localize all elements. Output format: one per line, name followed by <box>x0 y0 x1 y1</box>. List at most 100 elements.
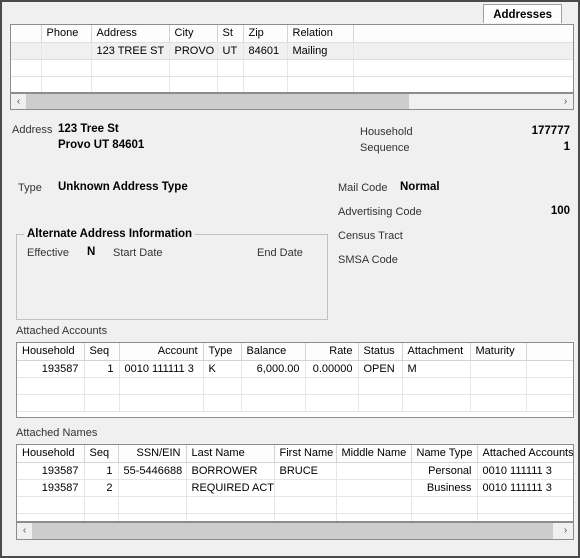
scroll-track[interactable] <box>32 523 558 539</box>
cell-rate <box>305 394 359 412</box>
table-row[interactable] <box>17 377 573 395</box>
cell-balance: 6,000.00 <box>241 360 306 378</box>
cell-middle-name <box>336 462 412 480</box>
col-city[interactable]: City <box>169 25 218 43</box>
alternate-address-groupbox: Alternate Address Information Effective … <box>16 228 328 320</box>
cell-household <box>17 513 85 521</box>
col-filler <box>353 25 573 43</box>
col-st[interactable]: St <box>217 25 244 43</box>
end-date-label: End Date <box>257 247 303 259</box>
cell-account <box>119 377 204 395</box>
mail-code-label: Mail Code <box>338 182 388 194</box>
col-zip[interactable]: Zip <box>243 25 288 43</box>
col-address[interactable]: Address <box>91 25 170 43</box>
cell-relation: Mailing <box>287 42 354 60</box>
address-line-2: Provo UT 84601 <box>58 139 145 151</box>
cell-seq <box>84 496 119 514</box>
table-row[interactable] <box>17 394 573 412</box>
col-seq[interactable]: Seq <box>84 445 119 463</box>
address-grid-header-row: Phone Address City St Zip Relation <box>11 25 573 43</box>
tab-addresses[interactable]: Addresses <box>483 4 562 23</box>
cell-blank <box>11 76 42 92</box>
cell-middle-name <box>336 513 412 521</box>
household-label: Household <box>360 126 413 138</box>
sequence-label: Sequence <box>360 142 410 154</box>
attached-names-label: Attached Names <box>16 427 98 439</box>
attached-names-hscrollbar[interactable]: ‹ › <box>16 522 574 540</box>
cell-ssn-ein: 55-5446688 <box>118 462 187 480</box>
cell-seq <box>84 394 120 412</box>
cell-blank <box>11 59 42 77</box>
col-type[interactable]: Type <box>203 343 242 361</box>
cell-household: 193587 <box>17 360 85 378</box>
cell-seq: 2 <box>84 479 119 497</box>
cell-household <box>17 496 85 514</box>
scroll-right-arrow-icon[interactable]: › <box>558 96 573 107</box>
address-grid-hscrollbar[interactable]: ‹ › <box>10 93 574 110</box>
scroll-track[interactable] <box>26 94 558 109</box>
table-row[interactable] <box>11 76 573 92</box>
col-attached-accounts[interactable]: Attached Accounts <box>477 445 573 463</box>
col-balance[interactable]: Balance <box>241 343 306 361</box>
cell-ssn-ein <box>118 513 187 521</box>
table-row[interactable]: 193587 2 REQUIRED ACT Business 0010 1111… <box>17 479 573 497</box>
table-row[interactable]: 193587 1 55-5446688 BORROWER BRUCE Perso… <box>17 462 573 480</box>
cell-maturity <box>470 360 527 378</box>
smsa-code-label: SMSA Code <box>338 254 398 266</box>
cell-status: OPEN <box>358 360 403 378</box>
cell-ssn-ein <box>118 479 187 497</box>
census-tract-label: Census Tract <box>338 230 403 242</box>
cell-household: 193587 <box>17 462 85 480</box>
cell-account: 0010 111111 3 <box>119 360 204 378</box>
col-phone[interactable]: Phone <box>41 25 92 43</box>
type-value: Unknown Address Type <box>58 181 188 193</box>
col-attachment[interactable]: Attachment <box>402 343 471 361</box>
scroll-right-arrow-icon[interactable]: › <box>558 526 573 536</box>
col-last-name[interactable]: Last Name <box>186 445 275 463</box>
cell-type <box>203 394 242 412</box>
scroll-thumb[interactable] <box>26 94 410 109</box>
cell-phone <box>41 42 92 60</box>
cell-rate <box>305 377 359 395</box>
cell-last-name: BORROWER <box>186 462 275 480</box>
col-household[interactable]: Household <box>17 445 85 463</box>
col-seq[interactable]: Seq <box>84 343 120 361</box>
cell-attached-accounts <box>477 496 573 514</box>
col-first-name[interactable]: First Name <box>274 445 337 463</box>
scroll-left-arrow-icon[interactable]: ‹ <box>11 96 26 107</box>
table-row[interactable] <box>11 59 573 77</box>
col-household[interactable]: Household <box>17 343 85 361</box>
attached-accounts-label: Attached Accounts <box>16 325 108 337</box>
cell-status <box>358 394 403 412</box>
table-row[interactable]: 123 TREE ST PROVO UT 84601 Mailing <box>11 42 573 60</box>
attached-accounts-grid[interactable]: Household Seq Account Type Balance Rate … <box>16 342 574 418</box>
cell-first-name <box>274 513 337 521</box>
attached-names-grid[interactable]: Household Seq SSN/EIN Last Name First Na… <box>16 444 574 522</box>
col-maturity[interactable]: Maturity <box>470 343 527 361</box>
col-name-type[interactable]: Name Type <box>411 445 478 463</box>
cell-filler <box>353 76 573 92</box>
cell-balance <box>241 394 306 412</box>
col-middle-name[interactable]: Middle Name <box>336 445 412 463</box>
cell-seq <box>84 513 119 521</box>
table-row[interactable] <box>17 496 573 514</box>
col-blank[interactable] <box>11 25 42 43</box>
col-account[interactable]: Account <box>119 343 204 361</box>
col-ssn-ein[interactable]: SSN/EIN <box>118 445 187 463</box>
address-grid[interactable]: Phone Address City St Zip Relation 123 T… <box>10 24 574 93</box>
col-relation[interactable]: Relation <box>287 25 354 43</box>
cell-zip: 84601 <box>243 42 288 60</box>
cell-zip <box>243 76 288 92</box>
table-row[interactable] <box>17 513 573 521</box>
cell-middle-name <box>336 479 412 497</box>
col-status[interactable]: Status <box>358 343 403 361</box>
scroll-left-arrow-icon[interactable]: ‹ <box>17 526 32 536</box>
col-filler <box>526 343 573 361</box>
col-rate[interactable]: Rate <box>305 343 359 361</box>
scroll-thumb[interactable] <box>32 523 553 539</box>
start-date-label: Start Date <box>113 247 163 259</box>
table-row[interactable]: 193587 1 0010 111111 3 K 6,000.00 0.0000… <box>17 360 573 378</box>
cell-household: 193587 <box>17 479 85 497</box>
cell-account <box>119 394 204 412</box>
cell-maturity <box>470 377 527 395</box>
